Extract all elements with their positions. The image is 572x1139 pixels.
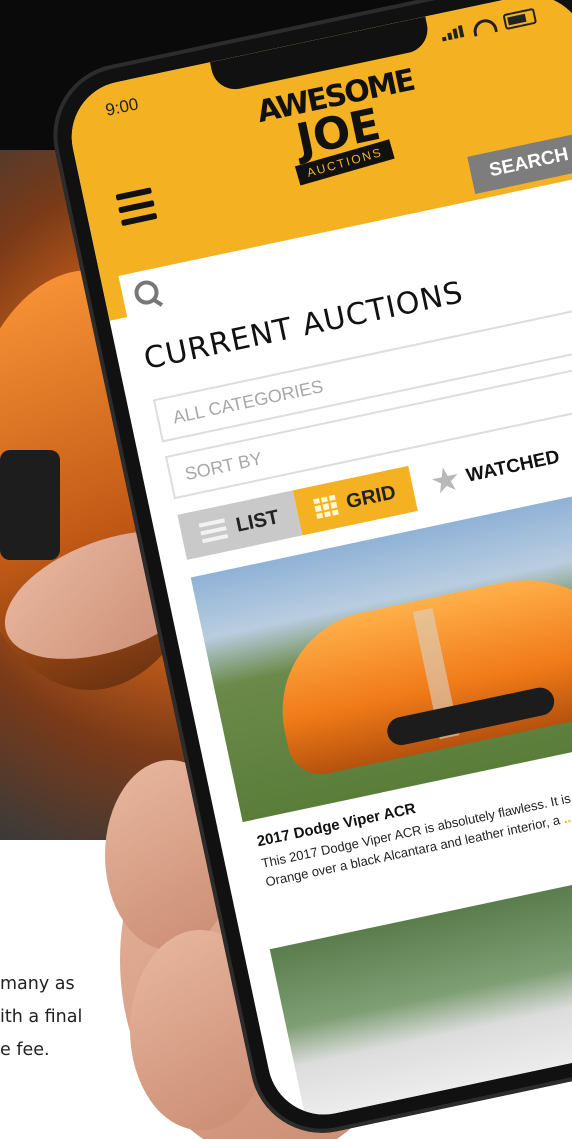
grid-view-button[interactable]: GRID [292,465,418,536]
status-time: 9:00 [103,94,141,120]
car-image [263,558,572,781]
sort-select-value: SORT BY [182,447,264,484]
star-icon: ★ [429,461,463,500]
category-select-value: ALL CATEGORIES [170,375,325,427]
car-headlight [0,450,60,560]
list-view-button[interactable]: LIST [177,490,303,560]
list-icon [199,518,229,544]
grid-icon [313,494,339,519]
watched-label: WATCHED [464,446,562,487]
wifi-icon [471,16,498,37]
list-view-label: LIST [233,505,281,537]
auction-card[interactable]: 2017 Dodge Viper ACR This 2017 Dodge Vip… [190,481,572,920]
promo-scene: many as ith a final e fee. 9:00 AWESOME … [0,0,572,1139]
search-input[interactable] [159,174,572,313]
logo[interactable]: AWESOME JOE AUCTIONS [254,63,424,206]
hamburger-menu-icon[interactable] [115,187,158,227]
watched-filter[interactable]: ★ WATCHED [429,443,562,500]
search-bar [118,174,572,320]
signal-icon [440,25,466,42]
battery-icon [502,7,538,31]
grid-view-label: GRID [344,480,398,513]
search-icon [132,278,161,307]
status-icons [440,7,538,44]
read-more-link[interactable]: ... [562,809,572,826]
